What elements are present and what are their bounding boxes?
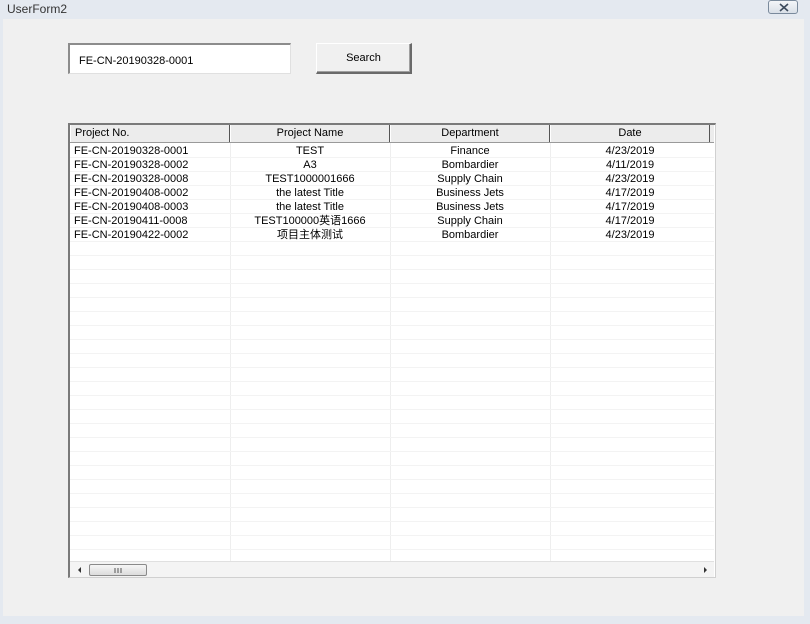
cell-date: 4/17/2019: [605, 215, 655, 227]
cell-project-no: FE-CN-20190408-0003: [74, 201, 189, 213]
table-row[interactable]: FE-CN-20190328-0008 TEST1000001666 Supply …: [70, 172, 714, 186]
cell-department: Bombardier: [441, 159, 499, 171]
scroll-thumb[interactable]: [89, 564, 147, 576]
cell-project-no: FE-CN-20190328-0001: [74, 145, 189, 157]
table-row[interactable]: FE-CN-20190328-0002 A3 Bombardier 4/11/2019: [70, 158, 714, 172]
cell-date: 4/23/2019: [605, 173, 655, 185]
cell-department: Supply Chain: [437, 215, 503, 227]
grid-row-divider: [70, 297, 714, 298]
grid-row-divider: [70, 269, 714, 270]
cell-date: 4/17/2019: [605, 187, 655, 199]
grid-row-divider: [70, 339, 714, 340]
cell-date: 4/17/2019: [605, 201, 655, 213]
table-row[interactable]: FE-CN-20190422-0002 项目主体测试 Bombardier 4/23/…: [70, 228, 714, 242]
cell-project-no: FE-CN-20190422-0002: [74, 229, 189, 241]
cell-department: Business Jets: [436, 187, 504, 199]
cell-project-name: 项目主体测试: [277, 229, 343, 241]
cell-date: 4/23/2019: [605, 145, 655, 157]
column-header-project-name[interactable]: Project Name: [230, 125, 390, 142]
cell-department: Finance: [450, 145, 490, 157]
column-header-department[interactable]: Department: [390, 125, 550, 142]
cell-department: Bombardier: [441, 229, 499, 241]
cell-department: Business Jets: [436, 201, 504, 213]
grid-row-divider: [70, 367, 714, 368]
grid-row-divider: [70, 451, 714, 452]
search-input[interactable]: [68, 43, 291, 74]
grip-icon: [114, 568, 122, 573]
cell-project-name: TEST: [295, 145, 325, 157]
grid-row-divider: [70, 283, 714, 284]
table-row[interactable]: FE-CN-20190411-0008 TEST100000英语1666 Suppl…: [70, 214, 714, 228]
cell-project-name: A3: [303, 159, 317, 171]
search-button[interactable]: Search: [316, 43, 412, 74]
grid-row-divider: [70, 465, 714, 466]
grid-row-divider: [70, 395, 714, 396]
horizontal-scrollbar[interactable]: [70, 561, 714, 577]
close-button[interactable]: [768, 0, 798, 14]
cell-project-no: FE-CN-20190328-0002: [74, 159, 189, 171]
grid-row-divider: [70, 409, 714, 410]
grid-row-divider: [70, 255, 714, 256]
grid-row-divider: [70, 479, 714, 480]
column-header-project-no[interactable]: Project No.: [70, 125, 230, 142]
table-row[interactable]: FE-CN-20190408-0003 the latest Title Busin…: [70, 200, 714, 214]
cell-project-name: TEST1000001666: [265, 173, 355, 185]
table-row[interactable]: FE-CN-20190408-0002 the latest Title Busin…: [70, 186, 714, 200]
grid-row-divider: [70, 521, 714, 522]
cell-department: Supply Chain: [437, 173, 503, 185]
arrow-right-icon[interactable]: [700, 565, 710, 575]
arrow-left-icon[interactable]: [75, 565, 85, 575]
project-listbox[interactable]: Project No. Project Name Department Date FE…: [68, 123, 716, 578]
grid-row-divider: [70, 381, 714, 382]
grid-row-divider: [70, 507, 714, 508]
cell-date: 4/23/2019: [605, 229, 655, 241]
column-header-date[interactable]: Date: [550, 125, 710, 142]
grid-row-divider: [70, 493, 714, 494]
grid-row-divider: [70, 311, 714, 312]
grid-row-divider: [70, 423, 714, 424]
cell-project-name: the latest Title: [276, 201, 344, 213]
grid-row-divider: [70, 353, 714, 354]
cell-project-no: FE-CN-20190411-0008: [74, 215, 188, 227]
table-row[interactable]: FE-CN-20190328-0001 TEST Finance 4/23/2019: [70, 144, 714, 158]
close-icon: [779, 3, 789, 12]
cell-date: 4/11/2019: [605, 159, 655, 171]
list-header: Project No. Project Name Department Date: [70, 125, 714, 143]
cell-project-no: FE-CN-20190328-0008: [74, 173, 189, 185]
grid-row-divider: [70, 325, 714, 326]
title-bar[interactable]: UserForm2: [0, 0, 810, 18]
grid-row-divider: [70, 549, 714, 550]
cell-project-no: FE-CN-20190408-0002: [74, 187, 189, 199]
grid-row-divider: [70, 437, 714, 438]
cell-project-name: the latest Title: [276, 187, 344, 199]
cell-project-name: TEST100000英语1666: [254, 215, 366, 227]
window-title: UserForm2: [7, 2, 68, 16]
grid-row-divider: [70, 535, 714, 536]
